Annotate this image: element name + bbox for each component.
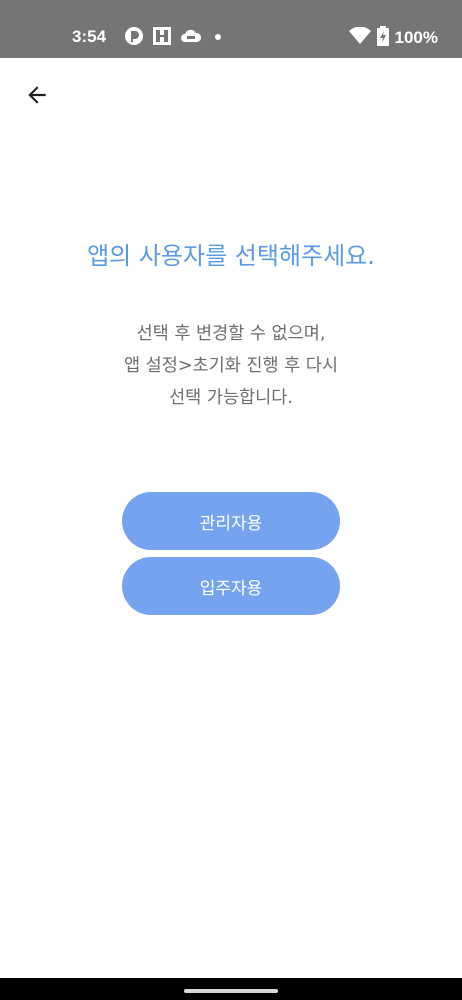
cloud-notification-icon xyxy=(180,26,202,46)
dot-icon xyxy=(212,26,232,46)
resident-button[interactable]: 입주자용 xyxy=(122,557,340,615)
battery-percentage: 100% xyxy=(394,28,438,47)
home-handle[interactable] xyxy=(184,989,278,993)
wifi-icon xyxy=(348,26,371,49)
arrow-left-icon xyxy=(24,82,50,112)
description-line: 선택 가능합니다. xyxy=(169,388,293,408)
grid-notification-icon xyxy=(152,26,172,46)
description-line: 앱 설정>초기화 진행 후 다시 xyxy=(123,356,338,376)
status-bar: 3:54 100% xyxy=(0,0,462,58)
description-line: 선택 후 변경할 수 없으며, xyxy=(136,324,326,344)
admin-button[interactable]: 관리자용 xyxy=(122,492,340,550)
page-title: 앱의 사용자를 선택해주세요. xyxy=(87,242,375,270)
status-time: 3:54 xyxy=(72,27,107,46)
app-notification-icon xyxy=(124,26,144,46)
description: 선택 후 변경할 수 없으며, 앱 설정>초기화 진행 후 다시 선택 가능합니… xyxy=(0,318,462,414)
status-right-group: 100% xyxy=(348,26,438,50)
back-button[interactable] xyxy=(20,80,54,114)
battery-charging-icon xyxy=(376,26,389,50)
navigation-bar xyxy=(0,978,462,1000)
